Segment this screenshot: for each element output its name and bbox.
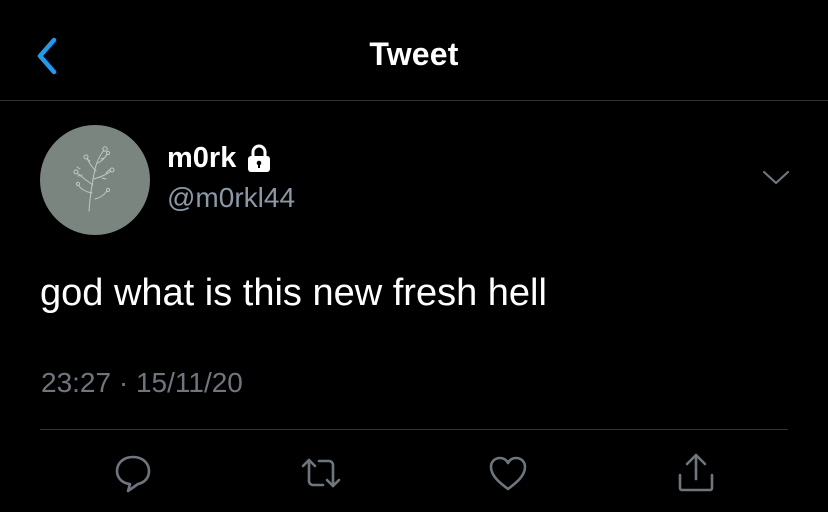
more-options-button[interactable]	[760, 166, 792, 190]
user-handle[interactable]: @m0rkl44	[167, 182, 295, 214]
plant-sketch-image	[73, 146, 115, 212]
tweet-timestamp: 23:27 · 15/11/20	[41, 367, 243, 399]
avatar[interactable]	[40, 125, 150, 235]
tweet-text: god what is this new fresh hell	[40, 272, 547, 314]
nav-bar: Tweet	[0, 0, 828, 101]
tweet-time: 23:27	[41, 367, 112, 398]
share-upload-icon	[678, 453, 714, 492]
tweet-date: 15/11/20	[135, 367, 243, 398]
heart-icon	[489, 456, 527, 491]
timestamp-separator: ·	[118, 367, 129, 398]
author-info: m0rk @m0rkl44	[167, 140, 295, 214]
like-button[interactable]	[486, 451, 530, 495]
lock-icon	[246, 143, 272, 173]
chevron-down-icon	[762, 170, 790, 185]
share-button[interactable]	[674, 451, 718, 495]
retweet-button[interactable]	[299, 451, 343, 495]
speech-bubble-icon	[115, 455, 151, 493]
page-title: Tweet	[369, 36, 459, 72]
reply-button[interactable]	[111, 451, 155, 495]
display-name-row: m0rk	[167, 140, 295, 176]
display-name[interactable]: m0rk	[167, 142, 236, 175]
divider	[40, 429, 788, 430]
retweet-arrows-icon	[301, 458, 341, 488]
